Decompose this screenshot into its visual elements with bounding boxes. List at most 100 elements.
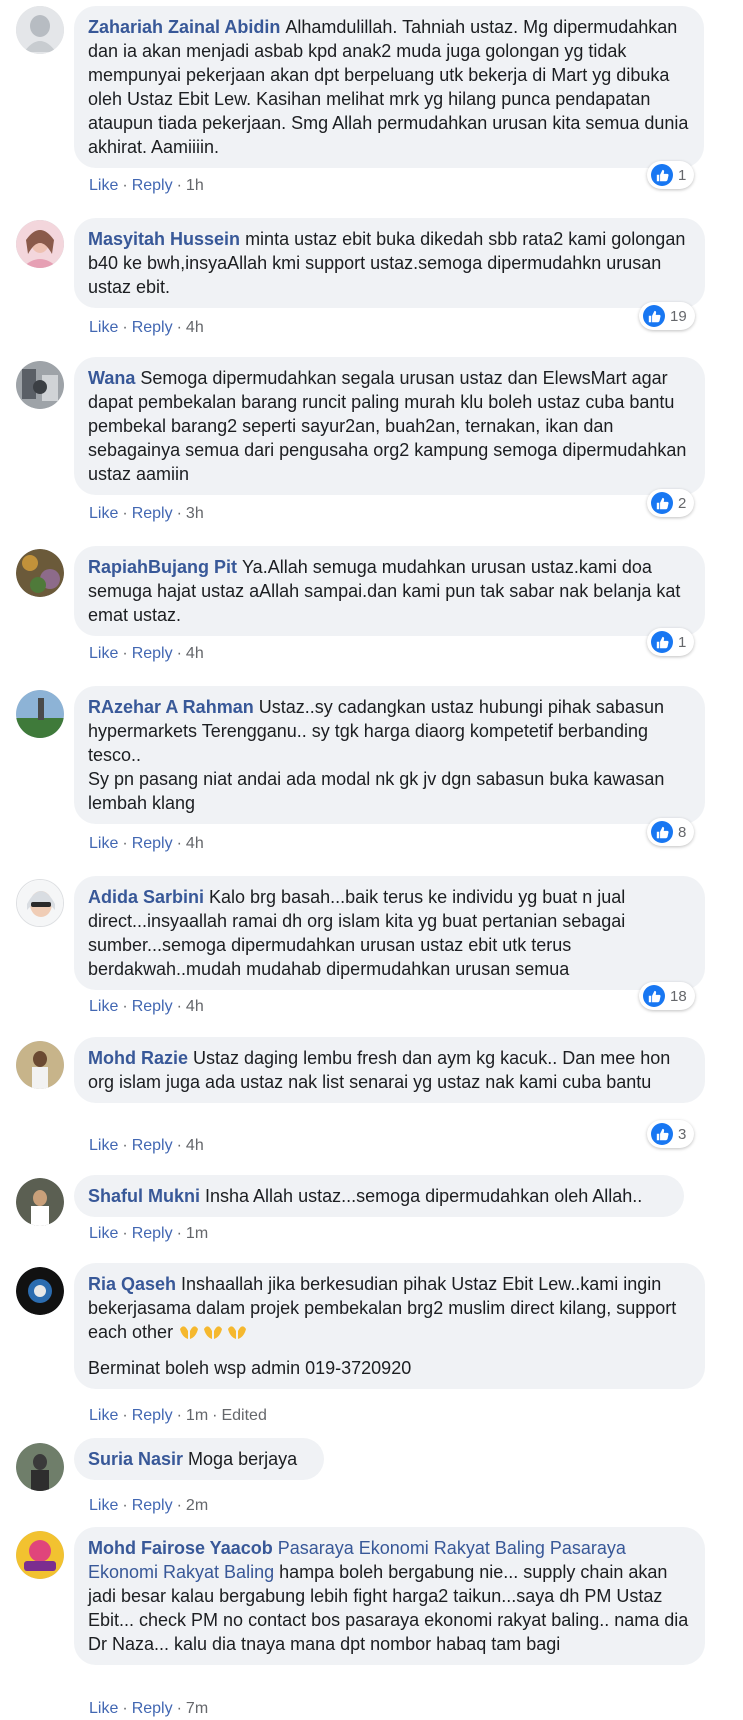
like-button[interactable]: Like	[89, 1137, 118, 1154]
timestamp[interactable]: 4h	[186, 835, 204, 852]
comment-actions: Like · Reply · 3h	[89, 505, 204, 522]
avatar[interactable]	[16, 361, 64, 409]
comment-actions: Like · Reply · 4h	[89, 998, 204, 1015]
emoji-hands-icon	[178, 1322, 250, 1342]
avatar[interactable]	[16, 1041, 64, 1089]
comment-text-line-2: Sy pn pasang niat andai ada modal nk gk …	[88, 769, 665, 813]
reply-button[interactable]: Reply	[132, 998, 173, 1015]
reply-button[interactable]: Reply	[132, 835, 173, 852]
edited-label[interactable]: Edited	[221, 1407, 266, 1424]
like-button[interactable]: Like	[89, 177, 118, 194]
comment-bubble: Ria Qaseh Inshaallah jika berkesudian pih…	[74, 1263, 705, 1389]
comment-bubble: RAzehar A Rahman Ustaz..sy cadangkan usta…	[74, 686, 705, 824]
reaction-number: 19	[670, 307, 687, 325]
reply-button[interactable]: Reply	[132, 1137, 173, 1154]
timestamp[interactable]: 1m	[186, 1407, 208, 1424]
commenter-name[interactable]: Masyitah Hussein	[88, 229, 240, 249]
comment-actions: Like · Reply · 4h	[89, 1137, 204, 1154]
avatar[interactable]	[16, 220, 64, 268]
timestamp[interactable]: 2m	[186, 1497, 208, 1514]
reply-button[interactable]: Reply	[132, 319, 173, 336]
reaction-count[interactable]: 18	[639, 982, 695, 1010]
avatar[interactable]	[16, 1443, 64, 1491]
avatar[interactable]	[16, 690, 64, 738]
comment-bubble: Suria Nasir Moga berjaya	[74, 1438, 324, 1480]
like-button[interactable]: Like	[89, 505, 118, 522]
timestamp[interactable]: 4h	[186, 645, 204, 662]
timestamp[interactable]: 1m	[186, 1225, 208, 1242]
comment-text: Inshaallah jika berkesudian pihak Ustaz …	[88, 1274, 677, 1342]
avatar[interactable]	[16, 1178, 64, 1226]
comment-bubble: Adida Sarbini Kalo brg basah...baik terus…	[74, 876, 705, 990]
thumbs-up-icon	[651, 1123, 673, 1145]
avatar[interactable]	[16, 1531, 64, 1579]
comment-actions: Like · Reply · 1h	[89, 177, 204, 194]
reaction-count[interactable]: 1	[647, 161, 695, 189]
avatar[interactable]	[16, 1267, 64, 1315]
timestamp[interactable]: 4h	[186, 319, 204, 336]
comment-bubble: Mohd Fairose Yaacob Pasaraya Ekonomi Raky…	[74, 1527, 705, 1665]
reaction-count[interactable]: 1	[647, 628, 695, 656]
timestamp[interactable]: 1h	[186, 177, 204, 194]
like-button[interactable]: Like	[89, 835, 118, 852]
reply-button[interactable]: Reply	[132, 1407, 173, 1424]
reply-button[interactable]: Reply	[132, 177, 173, 194]
like-button[interactable]: Like	[89, 1225, 118, 1242]
comment-text: Alhamdulillah. Tahniah ustaz. Mg dipermu…	[88, 17, 689, 157]
comment-text: Moga berjaya	[188, 1449, 298, 1469]
reaction-number: 2	[678, 494, 687, 512]
timestamp[interactable]: 4h	[186, 1137, 204, 1154]
comment-bubble: Masyitah Hussein minta ustaz ebit buka di…	[74, 218, 705, 308]
comment-actions: Like · Reply · 1m	[89, 1225, 209, 1242]
reaction-count[interactable]: 3	[647, 1120, 695, 1148]
avatar[interactable]	[16, 6, 64, 54]
reply-button[interactable]: Reply	[132, 645, 173, 662]
reaction-count[interactable]: 19	[639, 302, 695, 330]
commenter-name[interactable]: Wana	[88, 368, 135, 388]
commenter-name[interactable]: Shaful Mukni	[88, 1186, 200, 1206]
reaction-count[interactable]: 2	[647, 489, 695, 517]
reaction-number: 3	[678, 1125, 687, 1143]
like-button[interactable]: Like	[89, 1700, 118, 1717]
commenter-name[interactable]: Mohd Fairose Yaacob	[88, 1538, 273, 1558]
timestamp[interactable]: 7m	[186, 1700, 208, 1717]
commenter-name[interactable]: Mohd Razie	[88, 1048, 188, 1068]
thumbs-up-icon	[643, 305, 665, 327]
commenter-name[interactable]: Adida Sarbini	[88, 887, 204, 907]
comment-bubble: Wana Semoga dipermudahkan segala urusan u…	[74, 357, 705, 495]
thumbs-up-icon	[651, 821, 673, 843]
commenter-name[interactable]: RapiahBujang Pit	[88, 557, 237, 577]
comment-bubble: Shaful Mukni Insha Allah ustaz...semoga d…	[74, 1175, 684, 1217]
comment-text: Semoga dipermudahkan segala urusan ustaz…	[88, 368, 687, 484]
commenter-name[interactable]: Ria Qaseh	[88, 1274, 176, 1294]
thumbs-up-icon	[651, 492, 673, 514]
like-button[interactable]: Like	[89, 998, 118, 1015]
reaction-count[interactable]: 8	[647, 818, 695, 846]
thumbs-up-icon	[651, 631, 673, 653]
commenter-name[interactable]: RAzehar A Rahman	[88, 697, 254, 717]
commenter-name[interactable]: Zahariah Zainal Abidin	[88, 17, 280, 37]
reaction-number: 1	[678, 166, 687, 184]
reply-button[interactable]: Reply	[132, 1497, 173, 1514]
comment-actions: Like · Reply · 2m	[89, 1497, 209, 1514]
timestamp[interactable]: 4h	[186, 998, 204, 1015]
reply-button[interactable]: Reply	[132, 505, 173, 522]
comments-feed: Zahariah Zainal Abidin Alhamdulillah. Tah…	[0, 0, 743, 1720]
comment-text: Insha Allah ustaz...semoga dipermudahkan…	[205, 1186, 643, 1206]
reaction-number: 18	[670, 987, 687, 1005]
like-button[interactable]: Like	[89, 1407, 118, 1424]
thumbs-up-icon	[643, 985, 665, 1007]
comment-actions: Like · Reply · 4h	[89, 835, 204, 852]
reply-button[interactable]: Reply	[132, 1700, 173, 1717]
comment-actions: Like · Reply · 7m	[89, 1700, 209, 1717]
comment-actions: Like · Reply · 4h	[89, 645, 204, 662]
like-button[interactable]: Like	[89, 645, 118, 662]
commenter-name[interactable]: Suria Nasir	[88, 1449, 183, 1469]
avatar[interactable]	[16, 879, 64, 927]
like-button[interactable]: Like	[89, 319, 118, 336]
reply-button[interactable]: Reply	[132, 1225, 173, 1242]
avatar[interactable]	[16, 549, 64, 597]
comment-bubble: Zahariah Zainal Abidin Alhamdulillah. Tah…	[74, 6, 704, 168]
timestamp[interactable]: 3h	[186, 505, 204, 522]
like-button[interactable]: Like	[89, 1497, 118, 1514]
